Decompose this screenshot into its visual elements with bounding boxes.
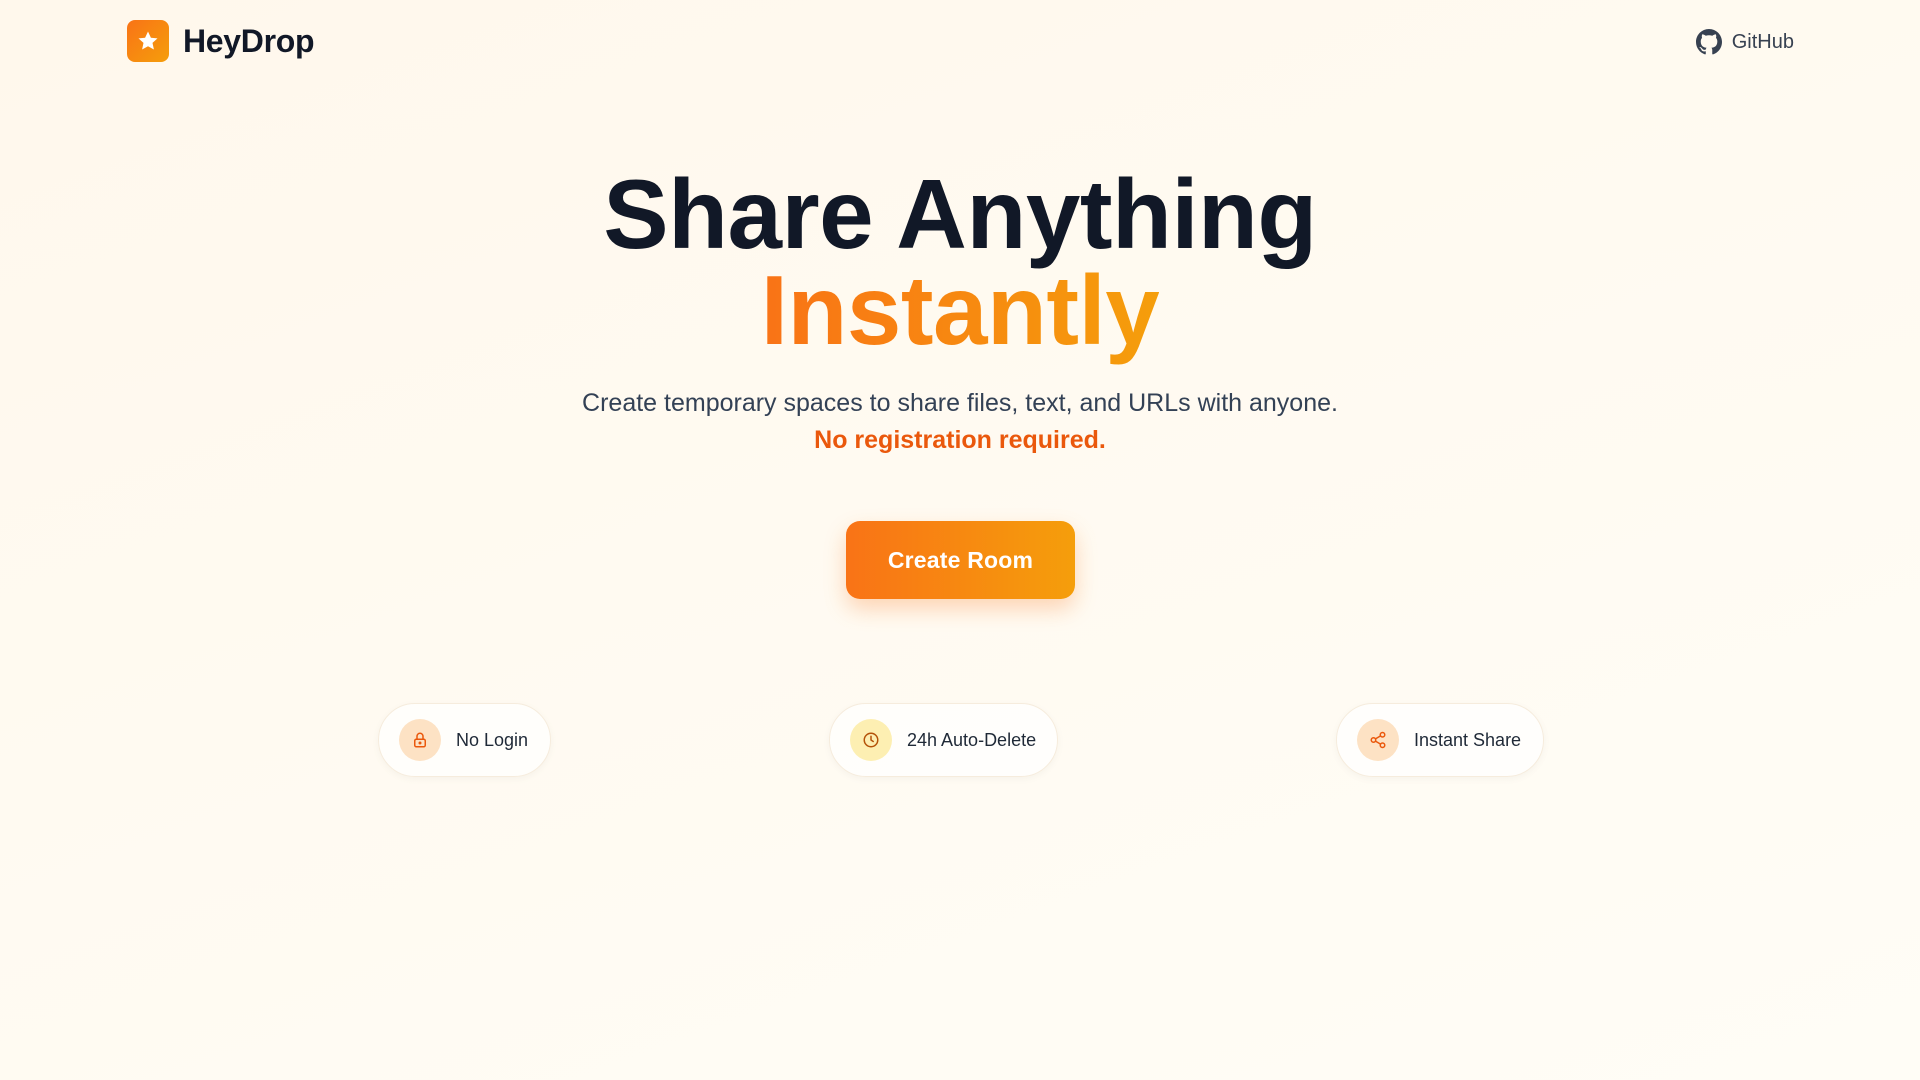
clock-icon — [850, 719, 892, 761]
hero-subtitle-emphasis: No registration required. — [814, 426, 1106, 454]
brand-logo-link[interactable]: HeyDrop — [127, 20, 315, 62]
feature-label: Instant Share — [1414, 729, 1522, 750]
star-icon — [127, 20, 169, 62]
github-link[interactable]: GitHub — [1695, 27, 1794, 57]
hero-title-line2: Instantly — [0, 254, 1920, 366]
brand-name: HeyDrop — [183, 22, 315, 59]
site-header: HeyDrop GitHub — [0, 0, 1920, 84]
lock-icon — [399, 719, 441, 761]
feature-pill-auto-delete: 24h Auto-Delete — [829, 703, 1058, 777]
github-icon — [1695, 29, 1722, 55]
feature-pill-instant-share: Instant Share — [1336, 703, 1544, 777]
github-label: GitHub — [1731, 30, 1794, 53]
create-room-button[interactable]: Create Room — [846, 521, 1075, 599]
feature-pill-no-login: No Login — [378, 703, 551, 777]
feature-label: No Login — [456, 729, 529, 750]
hero-subtitle: Create temporary spaces to share files, … — [582, 389, 1338, 417]
share-icon — [1357, 719, 1399, 761]
hero-title-highlight: Instantly — [760, 255, 1160, 365]
feature-label: 24h Auto-Delete — [907, 729, 1037, 750]
